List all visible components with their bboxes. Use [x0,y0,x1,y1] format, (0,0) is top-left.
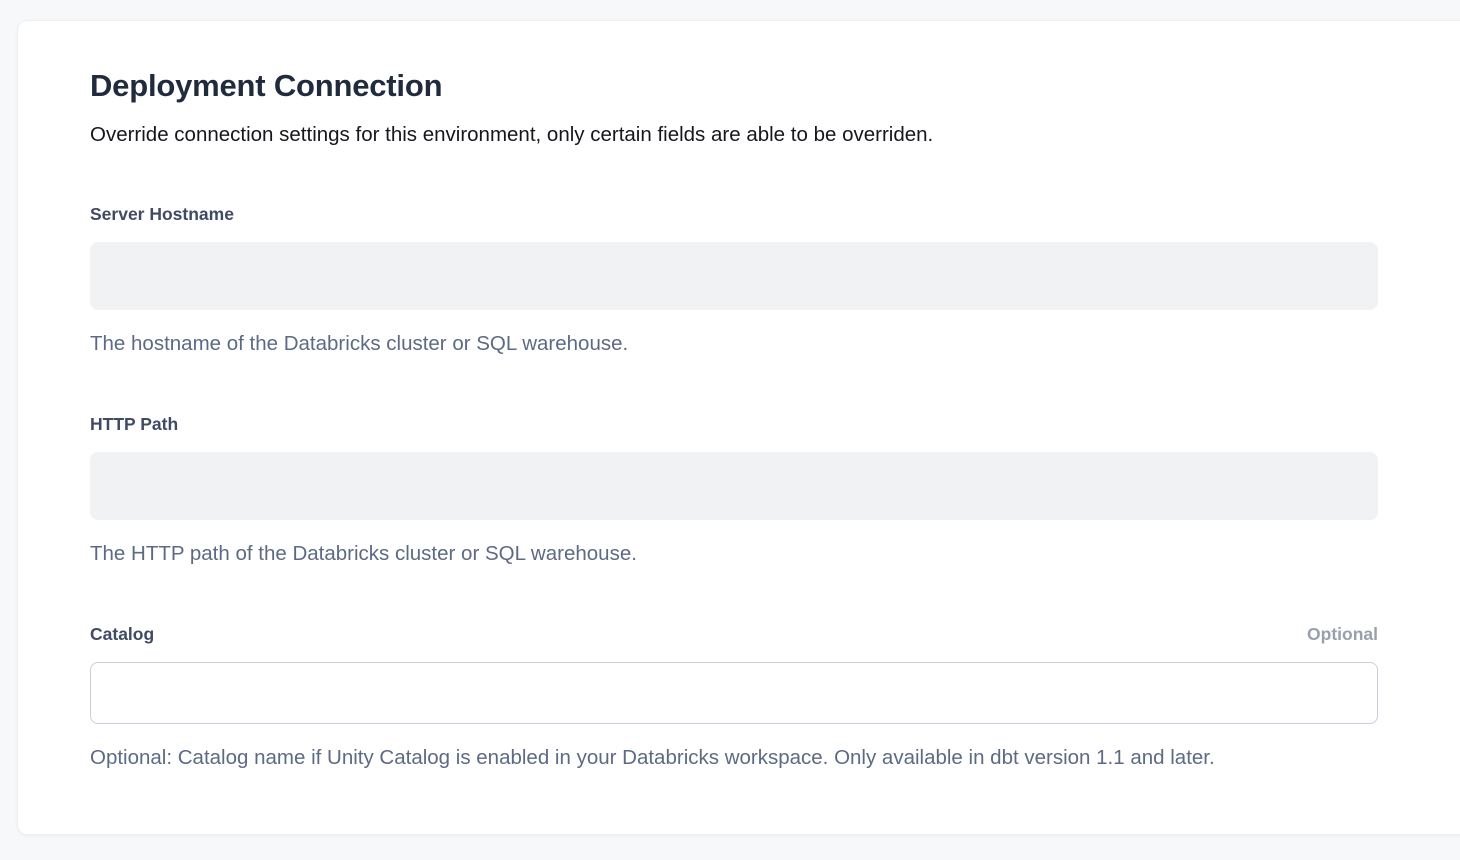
card-content: Deployment Connection Override connectio… [90,21,1378,771]
field-group-http-path: HTTP Path The HTTP path of the Databrick… [90,413,1378,567]
catalog-input[interactable] [90,662,1378,724]
server-hostname-helper: The hostname of the Databricks cluster o… [90,331,1378,357]
field-group-server-hostname: Server Hostname The hostname of the Data… [90,203,1378,357]
server-hostname-label: Server Hostname [90,203,234,225]
http-path-label-row: HTTP Path [90,413,1378,435]
page-subtitle: Override connection settings for this en… [90,122,1378,148]
deployment-connection-card: Deployment Connection Override connectio… [17,20,1460,835]
http-path-helper: The HTTP path of the Databricks cluster … [90,541,1378,567]
field-group-catalog: Catalog Optional Optional: Catalog name … [90,623,1378,771]
server-hostname-label-row: Server Hostname [90,203,1378,225]
catalog-optional-tag: Optional [1307,623,1378,645]
page-background: Deployment Connection Override connectio… [0,0,1460,860]
catalog-label: Catalog [90,623,154,645]
server-hostname-input [90,242,1378,310]
page-title: Deployment Connection [90,67,1378,105]
catalog-helper: Optional: Catalog name if Unity Catalog … [90,745,1378,771]
catalog-label-row: Catalog Optional [90,623,1378,645]
http-path-input [90,452,1378,520]
http-path-label: HTTP Path [90,413,178,435]
